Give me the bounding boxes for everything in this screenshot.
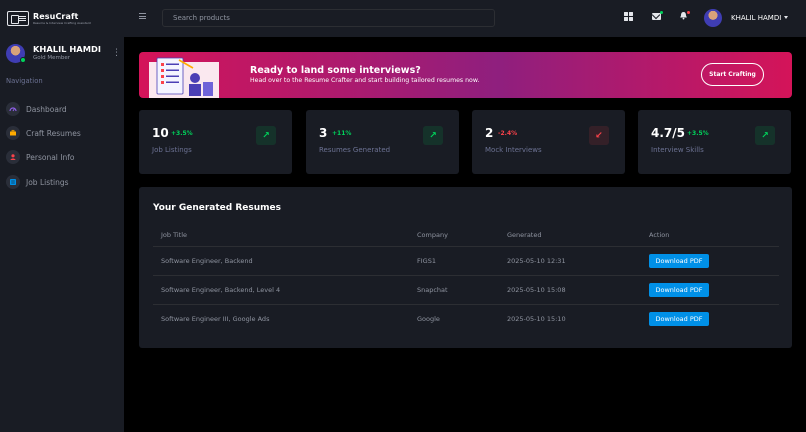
company-cell: Google	[417, 315, 440, 323]
sidebar-item-label: Craft Resumes	[26, 128, 81, 138]
promo-banner: Ready to land some interviews? Head over…	[139, 52, 792, 98]
generated-date-cell: 2025-05-10 15:10	[507, 315, 566, 323]
user-avatar[interactable]	[704, 9, 722, 27]
resume-illustration-icon	[149, 57, 219, 98]
column-header-action: Action	[649, 231, 670, 239]
column-header-generated: Generated	[507, 231, 542, 239]
chevron-down-icon[interactable]	[784, 16, 788, 19]
table-row: Software Engineer, Backend, Level 4 Snap…	[153, 276, 779, 305]
online-status-dot	[20, 56, 26, 63]
sidebar-item-craft-resumes[interactable]: Craft Resumes	[6, 125, 81, 141]
generated-date-cell: 2025-05-10 15:08	[507, 286, 566, 294]
sidebar-item-job-listings[interactable]: Job Listings	[6, 174, 69, 190]
sidebar-item-label: Job Listings	[26, 177, 69, 187]
stat-label: Mock Interviews	[485, 146, 542, 154]
panel-title: Your Generated Resumes	[153, 203, 281, 213]
stat-value: 10	[152, 126, 169, 140]
stat-change: +3.5%	[687, 130, 709, 137]
job-title-cell: Software Engineer, Backend	[161, 257, 253, 265]
stat-label: Job Listings	[152, 146, 192, 154]
grid-icon[interactable]	[624, 12, 633, 21]
stat-card-job-listings: 10 +3.5% Job Listings ↗	[139, 110, 292, 174]
banner-title: Ready to land some interviews?	[250, 65, 421, 76]
table-row: Software Engineer III, Google Ads Google…	[153, 305, 779, 334]
table-header: Job Title Company Generated Action	[153, 227, 779, 247]
profile-card: KHALIL HAMDI Gold Member ⋮	[6, 40, 121, 66]
sidebar-item-personal-info[interactable]: Personal Info	[6, 149, 74, 165]
mail-notification-dot	[660, 11, 663, 14]
user-menu-name[interactable]: KHALIL HAMDI	[731, 14, 781, 22]
mail-icon[interactable]	[652, 11, 663, 20]
stat-value: 4.7/5	[651, 126, 685, 140]
stat-card-resumes-generated: 3 +11% Resumes Generated ↗	[306, 110, 459, 174]
avatar	[6, 43, 26, 63]
stat-label: Resumes Generated	[319, 146, 391, 154]
stat-change: -2.4%	[498, 130, 518, 137]
more-options-icon[interactable]: ⋮	[112, 48, 121, 58]
profile-name: KHALIL HAMDI	[33, 44, 101, 54]
speedometer-icon	[6, 102, 20, 116]
arrow-up-right-icon: ↗	[755, 126, 775, 145]
topbar: KHALIL HAMDI	[124, 0, 806, 37]
resume-logo-icon	[7, 11, 29, 26]
stat-change: +3.5%	[171, 130, 193, 137]
sidebar-item-label: Dashboard	[26, 104, 67, 114]
sidebar: ResuCraft Resume & Interview Crafting As…	[0, 0, 124, 432]
bell-notification-dot	[687, 11, 690, 14]
stat-change: +11%	[332, 130, 352, 137]
column-header-job-title: Job Title	[161, 231, 188, 239]
job-title-cell: Software Engineer, Backend, Level 4	[161, 286, 281, 294]
arrow-up-right-icon: ↗	[423, 126, 443, 145]
stat-label: Interview Skills	[651, 146, 704, 154]
generated-resumes-panel: Your Generated Resumes Job Title Company…	[139, 187, 792, 348]
sidebar-item-dashboard[interactable]: Dashboard	[6, 101, 67, 117]
download-pdf-button[interactable]: Download PDF	[649, 283, 709, 297]
brand-name: ResuCraft	[33, 12, 79, 21]
generated-date-cell: 2025-05-10 12:31	[507, 257, 566, 265]
table-row: Software Engineer, Backend FIGS1 2025-05…	[153, 247, 779, 276]
brand[interactable]: ResuCraft Resume & Interview Crafting As…	[0, 0, 124, 37]
company-cell: FIGS1	[417, 257, 436, 265]
stat-value: 3	[319, 126, 328, 140]
nav-category-label: Navigation	[6, 77, 43, 85]
stat-value: 2	[485, 126, 494, 140]
menu-toggle-icon[interactable]	[139, 13, 146, 19]
start-crafting-button[interactable]: Start Crafting	[701, 63, 764, 86]
bell-icon[interactable]	[679, 11, 690, 23]
user-icon	[6, 150, 20, 164]
job-title-cell: Software Engineer III, Google Ads	[161, 315, 270, 323]
sidebar-item-label: Personal Info	[26, 152, 75, 162]
list-icon	[6, 175, 20, 189]
banner-subtitle: Head over to the Resume Crafter and star…	[250, 77, 480, 84]
download-pdf-button[interactable]: Download PDF	[649, 254, 709, 268]
company-cell: Snapchat	[417, 286, 448, 294]
briefcase-icon	[6, 126, 20, 140]
column-header-company: Company	[417, 231, 448, 239]
stat-card-interview-skills: 4.7/5 +3.5% Interview Skills ↗	[638, 110, 791, 174]
stat-card-mock-interviews: 2 -2.4% Mock Interviews ↙	[472, 110, 625, 174]
search-input[interactable]	[162, 9, 495, 27]
brand-tagline: Resume & Interview Crafting Assistant	[33, 21, 91, 25]
arrow-down-left-icon: ↙	[589, 126, 609, 145]
arrow-up-right-icon: ↗	[256, 126, 276, 145]
download-pdf-button[interactable]: Download PDF	[649, 312, 709, 326]
profile-rank: Gold Member	[33, 55, 71, 61]
